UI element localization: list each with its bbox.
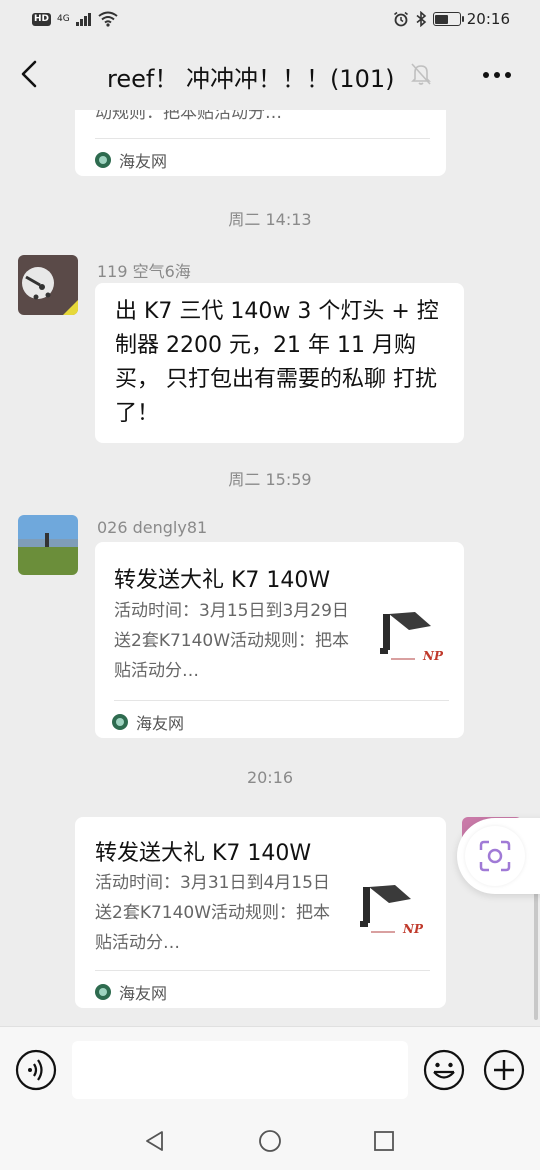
nav-home-icon[interactable] bbox=[258, 1129, 282, 1153]
chat-area[interactable]: 动规则：把本贴活动分… 海友网 周二 14:13 119 空气6海 出 K7 三… bbox=[0, 110, 540, 1026]
svg-text:NP: NP bbox=[402, 922, 423, 936]
card-title: 转发送大礼 K7 140W bbox=[95, 841, 312, 866]
haiyou-logo-icon bbox=[95, 984, 111, 1000]
nav-recent-icon[interactable] bbox=[373, 1130, 395, 1152]
message-input[interactable] bbox=[72, 1041, 408, 1099]
emoji-icon[interactable] bbox=[423, 1049, 465, 1091]
chat-scrollbar[interactable] bbox=[534, 890, 538, 1020]
page-title: reef！ 冲冲冲！！！(101) bbox=[107, 65, 395, 93]
card-description: 活动时间：3月31日到4月15日送2套K7140W活动规则：把本贴活动分… bbox=[95, 873, 331, 953]
voice-icon[interactable] bbox=[15, 1049, 57, 1091]
bell-off-icon bbox=[411, 63, 431, 85]
alarm-icon bbox=[393, 11, 408, 27]
card-divider bbox=[95, 970, 430, 971]
card-source: 海友网 bbox=[112, 710, 184, 734]
time-separator: 20:16 bbox=[246, 768, 294, 787]
haiyou-logo-icon bbox=[95, 152, 111, 168]
link-card-message[interactable]: 转发送大礼 K7 140W 活动时间：3月31日到4月15日送2套K7140W活… bbox=[75, 817, 446, 1008]
wifi-icon bbox=[98, 11, 118, 27]
floating-scan-button[interactable] bbox=[457, 818, 540, 894]
avatar[interactable] bbox=[18, 255, 78, 315]
sender-name: 026 dengly81 bbox=[97, 518, 208, 537]
avatar-image bbox=[18, 255, 78, 315]
hd-badge: HD bbox=[32, 12, 52, 26]
input-bar bbox=[0, 1026, 540, 1112]
scan-icon[interactable] bbox=[478, 839, 512, 873]
card-source: 海友网 bbox=[95, 980, 167, 1004]
status-bar-right: 20:16 bbox=[393, 10, 510, 28]
time-separator: 周二 15:59 bbox=[228, 470, 312, 489]
lamp-thumbnail: NP bbox=[375, 608, 443, 676]
card-source-label: 海友网 bbox=[119, 984, 168, 1003]
text-message[interactable]: 出 K7 三代 140w 3 个灯头 + 控制器 2200 元，21 年 11 … bbox=[95, 283, 464, 443]
status-bar-left: HD 4G bbox=[32, 11, 118, 27]
link-card-message[interactable]: 动规则：把本贴活动分… 海友网 bbox=[75, 110, 446, 176]
battery-icon bbox=[432, 12, 464, 26]
bluetooth-icon bbox=[416, 11, 427, 27]
floating-scan-inner[interactable] bbox=[465, 826, 525, 886]
signal-icon bbox=[75, 13, 91, 26]
plus-icon[interactable] bbox=[483, 1049, 525, 1091]
link-card-message[interactable]: 转发送大礼 K7 140W 活动时间：3月15日到3月29日送2套K7140W活… bbox=[95, 542, 464, 738]
lamp-thumbnail: NP bbox=[355, 881, 423, 949]
nav-back-icon[interactable] bbox=[143, 1129, 167, 1153]
system-nav-bar bbox=[0, 1112, 540, 1170]
card-divider bbox=[95, 138, 430, 139]
status-bar: HD 4G 20:16 bbox=[0, 0, 540, 38]
sender-name: 119 空气6海 bbox=[97, 262, 191, 281]
network-type: 4G bbox=[57, 14, 70, 24]
avatar[interactable] bbox=[18, 515, 78, 575]
time-separator: 周二 14:13 bbox=[228, 210, 312, 229]
svg-text:NP: NP bbox=[422, 649, 443, 663]
card-description: 动规则：把本贴活动分… bbox=[95, 110, 282, 123]
chat-header: reef！ 冲冲冲！！！(101) bbox=[0, 38, 540, 110]
card-title: 转发送大礼 K7 140W bbox=[114, 568, 331, 593]
card-description: 活动时间：3月15日到3月29日送2套K7140W活动规则：把本贴活动分… bbox=[114, 601, 350, 681]
card-divider bbox=[114, 700, 449, 701]
avatar-image bbox=[18, 515, 78, 575]
more-icon[interactable] bbox=[482, 71, 512, 79]
card-source-label: 海友网 bbox=[136, 714, 185, 733]
chevron-left-icon[interactable] bbox=[18, 58, 42, 90]
status-time: 20:16 bbox=[466, 10, 510, 28]
haiyou-logo-icon bbox=[112, 714, 128, 730]
card-source-label: 海友网 bbox=[119, 152, 168, 171]
card-source: 海友网 bbox=[95, 148, 167, 172]
